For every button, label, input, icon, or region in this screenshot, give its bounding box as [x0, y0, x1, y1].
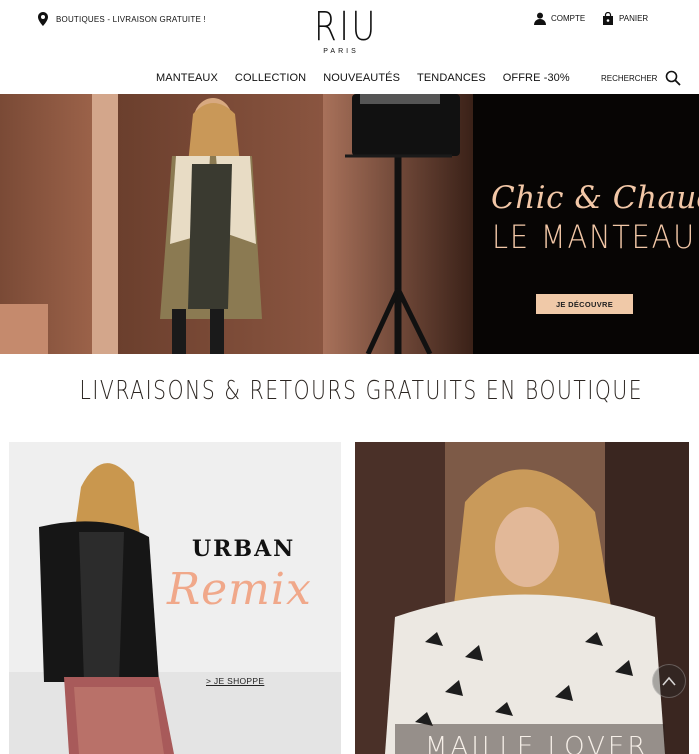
hero-script-title: Chic & Chaud — [491, 180, 699, 216]
nav-item-offre[interactable]: OFFRE -30% — [503, 72, 570, 84]
shipping-banner: LIVRAISONS & RETOURS GRATUITS EN BOUTIQU… — [0, 376, 699, 406]
nav-item-nouveautes[interactable]: NOUVEAUTÉS — [323, 72, 400, 84]
chevron-up-icon — [662, 676, 676, 686]
discover-button[interactable]: JE DÉCOUVRE — [536, 294, 633, 314]
maille-lover-title: MAILLE LOVER — [425, 732, 649, 754]
nav-item-tendances[interactable]: TENDANCES — [417, 72, 486, 84]
site-header: BOUTIQUES - LIVRAISON GRATUITE ! RIU PAR… — [0, 0, 699, 94]
maille-lover-image — [355, 442, 689, 754]
hero-banner[interactable]: Chic & Chaud LE MANTEAU JE DÉCOUVRE — [0, 94, 699, 354]
location-pin-icon — [38, 12, 48, 26]
promo-card-urban-remix[interactable]: URBAN Remix > JE SHOPPE — [9, 442, 341, 754]
shop-link[interactable]: > JE SHOPPE — [206, 676, 264, 686]
account-label: COMPTE — [551, 14, 586, 23]
shopping-bag-icon — [603, 12, 613, 25]
cart-link[interactable]: PANIER — [602, 12, 648, 25]
urban-title: URBAN — [192, 536, 296, 562]
search-icon — [666, 70, 682, 86]
stores-text: BOUTIQUES - LIVRAISON GRATUITE ! — [56, 14, 206, 24]
search-button[interactable]: RECHERCHER — [601, 70, 682, 86]
brand-logo[interactable]: RIU PARIS — [308, 4, 378, 55]
scroll-to-top-button[interactable] — [652, 664, 686, 698]
logo-main: RIU — [313, 4, 378, 50]
shipping-banner-text: LIVRAISONS & RETOURS GRATUITS EN BOUTIQU… — [79, 376, 644, 406]
hero-main-title: LE MANTEAU — [492, 218, 697, 256]
search-label: RECHERCHER — [601, 73, 658, 83]
remix-script-title: Remix — [167, 564, 312, 615]
cart-label: PANIER — [619, 14, 649, 23]
promo-card-maille-lover[interactable]: MAILLE LOVER — [355, 442, 689, 754]
main-nav: MANTEAUX COLLECTION NOUVEAUTÉS TENDANCES… — [156, 72, 570, 84]
user-icon — [534, 12, 546, 25]
nav-item-manteaux[interactable]: MANTEAUX — [156, 72, 218, 84]
nav-item-collection[interactable]: COLLECTION — [235, 72, 306, 84]
stores-link[interactable]: BOUTIQUES - LIVRAISON GRATUITE ! — [38, 12, 206, 26]
account-link[interactable]: COMPTE — [534, 12, 585, 25]
